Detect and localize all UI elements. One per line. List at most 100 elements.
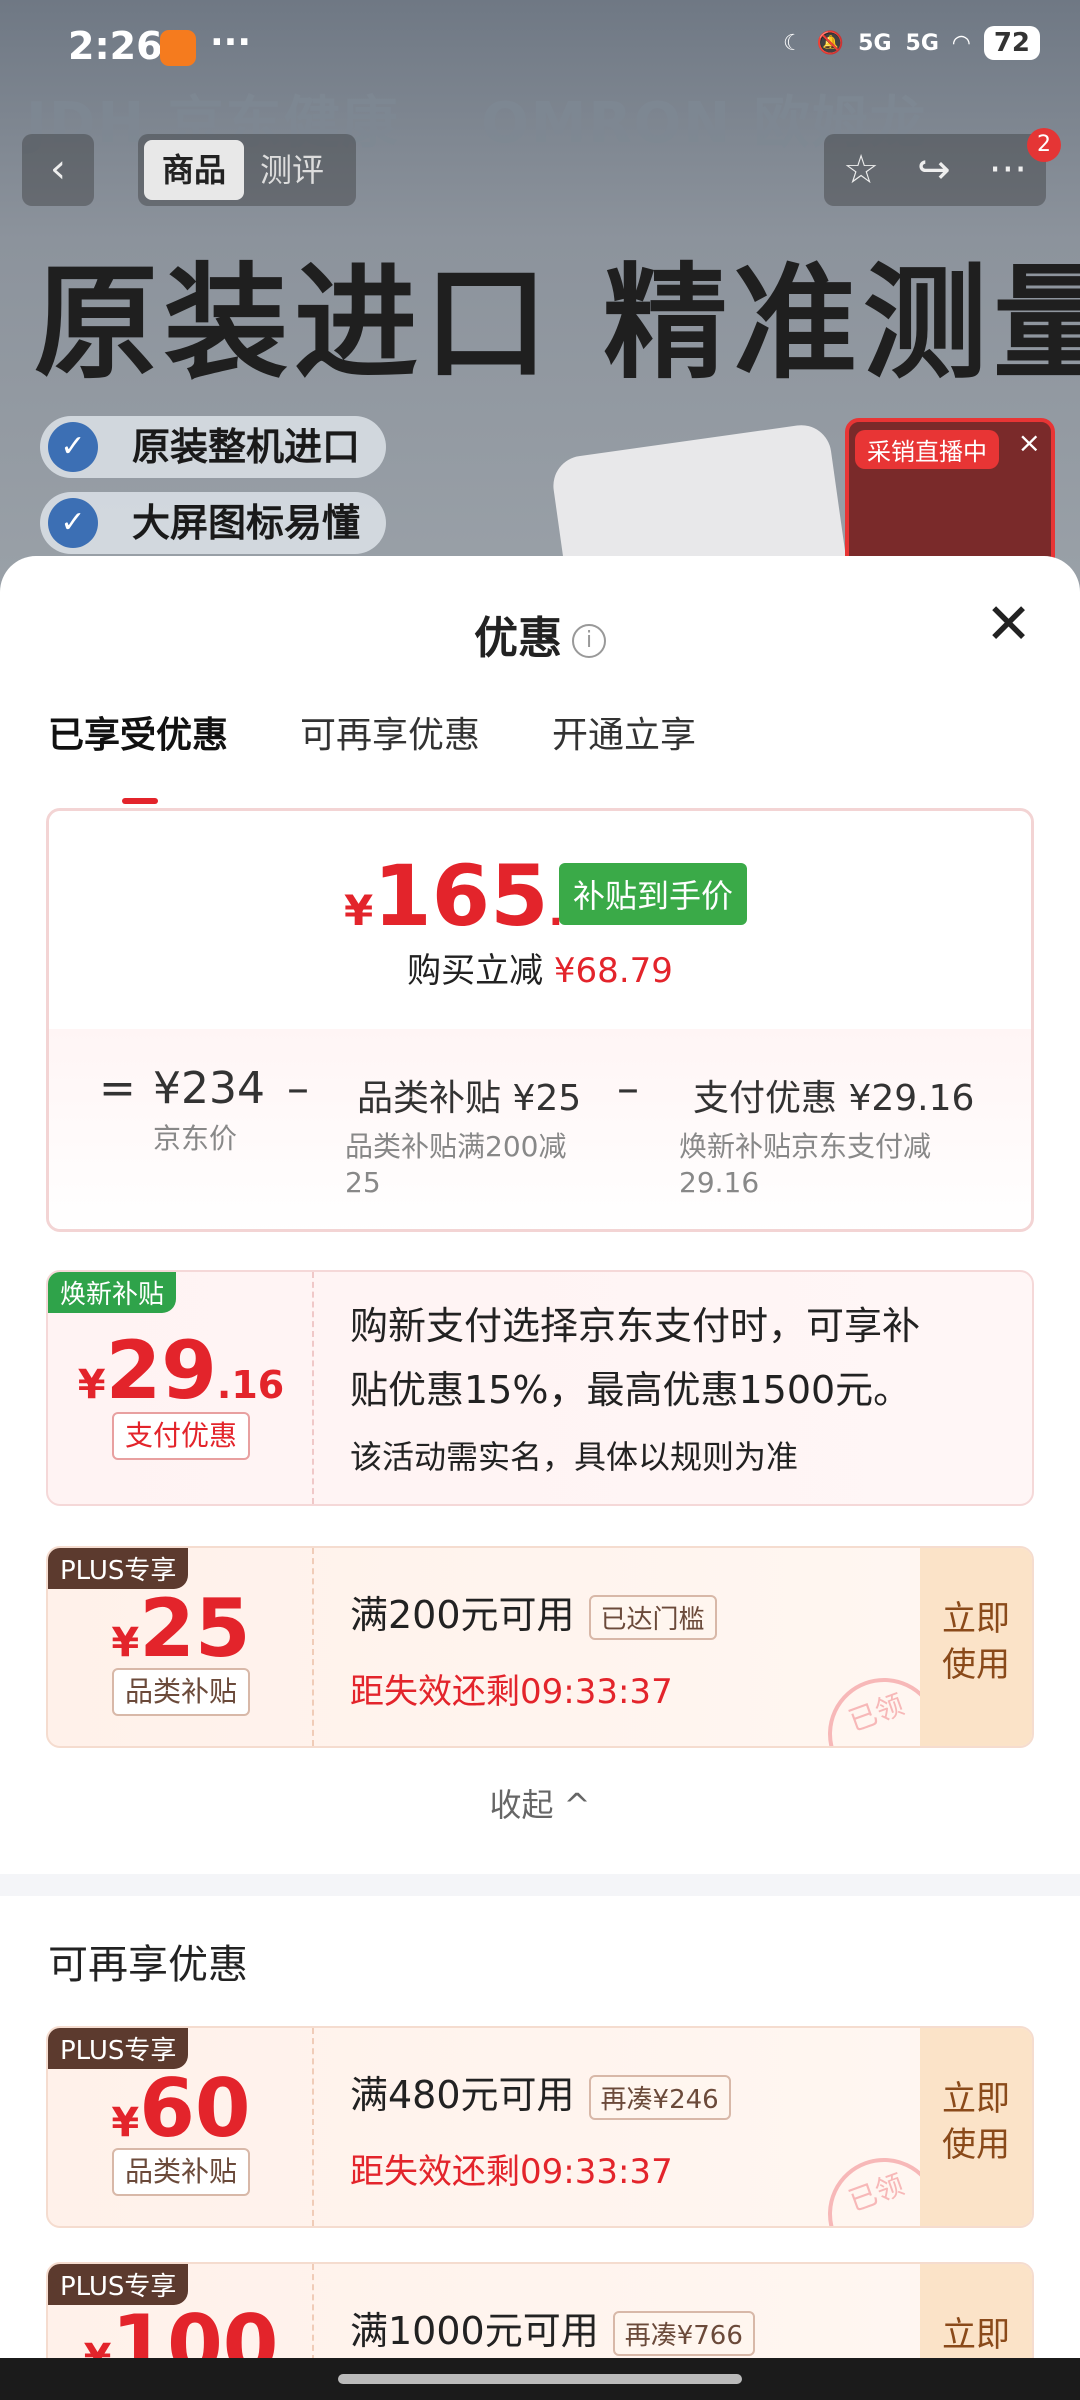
pay-discount: 支付优惠 ¥29.16 [693,1078,975,1119]
discount-tabs: 已享受优惠 可再享优惠 开通立享 [48,706,696,804]
pay-discount-desc: 焕新补贴京东支付减29.16 [679,1130,932,1199]
live-tag: 采销直播中 [855,430,999,469]
product-hero-background: 2:26 ··· ☾ 🔕 5G 5G ◠ 72 JDH 京东健康 OMRON 欧… [0,0,1080,600]
back-button[interactable]: ‹ [22,134,94,206]
use-now-label-1: 立即 [942,1599,1010,1639]
pay-discount-integer: 29 [105,1324,217,1417]
coupon-1-condition-text: 满200元可用 [350,1593,575,1637]
equals-sign: = [99,1063,136,1114]
use-now-button-1[interactable]: 立即 使用 [920,1548,1032,1746]
gesture-bar [0,2358,1080,2400]
feature-label-2: 大屏图标易懂 [132,501,361,545]
coupon-2-value: 60 [139,2062,251,2155]
feature-label-1: 原装整机进口 [132,425,361,469]
pay-discount-label: 支付优惠 [112,1412,250,1460]
check-icon: ✓ [48,422,98,472]
coupon-2-expire: 距失效还剩09:33:37 [350,2152,673,2192]
tab-open[interactable]: 开通立享 [552,706,696,758]
coupon-3-condition-text: 满1000元可用 [350,2309,599,2353]
use-now-label-2: 使用 [942,1645,1010,1685]
category-subsidy-desc: 品类补贴满200减25 [345,1130,567,1199]
home-indicator[interactable] [338,2374,742,2384]
coupon-card-1: PLUS专享 ¥25 品类补贴 满200元可用 已达门槛 距失效还剩09:33:3… [46,1546,1034,1748]
use-now-label-1: 立即 [942,2079,1010,2119]
coupon-3-condition: 满1000元可用 再凑¥766 [350,2300,755,2356]
close-icon[interactable]: ✕ [985,592,1032,657]
tab-enjoyed[interactable]: 已享受优惠 [48,706,228,804]
pay-desc-note: 该活动需实名，具体以规则为准 [350,1438,799,1476]
coupon-2-currency: ¥ [111,2100,140,2146]
coupon-1-expire: 距失效还剩09:33:37 [350,1672,673,1712]
pay-discount-amount: ¥29.16 [48,1324,314,1417]
product-tabs: 商品 测评 [138,134,356,206]
final-price-currency: ¥ [344,886,374,935]
minus-sign-2: – [617,1063,639,1114]
info-icon[interactable]: i [572,624,606,658]
feature-badge-2: ✓ 大屏图标易懂 [40,492,387,554]
more-notifications-icon: ··· [210,22,252,63]
renewal-subsidy-tag: 焕新补贴 [48,1272,177,1313]
message-badge: 2 [1027,128,1061,162]
wifi-icon: ◠ [952,30,970,56]
coupon-1-left: PLUS专享 ¥25 品类补贴 [48,1548,314,1746]
subsidy-price-tag: 补贴到手价 [559,863,748,925]
top-nav: ‹ 商品 测评 ☆ ↪ ··· 2 [0,128,1080,206]
tab-more[interactable]: 可再享优惠 [300,706,480,758]
coupon-2-amount: ¥60 [48,2062,314,2155]
add-more-chip: 再凑¥246 [588,2075,731,2120]
minus-sign-1: – [287,1063,309,1114]
pay-discount-desc: 购新支付选择京东支付时，可享补 贴优惠15%，最高优惠1500元。 该活动需实名… [350,1294,920,1492]
sheet-title: 优惠 i [0,602,1080,666]
coupon-1-condition: 满200元可用 已达门槛 [350,1584,717,1640]
close-live-icon[interactable]: × [1018,426,1041,459]
pay-discount-decimal: .16 [216,1363,285,1407]
status-time: 2:26 [68,24,163,68]
battery-icon: 72 [983,26,1040,60]
share-icon[interactable]: ↪ [917,147,951,193]
sheet-title-text: 优惠 [474,613,562,664]
more-icon[interactable]: ··· [989,147,1027,193]
moon-icon: ☾ [783,30,803,56]
pay-discount-left: 焕新补贴 ¥29.16 支付优惠 [48,1272,314,1504]
check-icon: ✓ [48,498,98,548]
signal-icon-1: 5G [858,30,892,56]
add-more-chip: 再凑¥766 [612,2311,755,2356]
collapse-button[interactable]: 收起 ^ [0,1780,1080,1826]
use-now-button-2[interactable]: 立即 使用 [920,2028,1032,2226]
hero-headline: 原装进口 精准测量 [34,252,1080,396]
coupon-2-label: 品类补贴 [112,2148,250,2196]
more-discounts-title: 可再享优惠 [48,1942,248,1988]
jd-price: ¥234 [153,1063,265,1114]
feature-badge-1: ✓ 原装整机进口 [40,416,387,478]
save-label: 购买立减 [407,951,544,991]
coupon-1-currency: ¥ [111,1620,140,1666]
nav-actions: ☆ ↪ ··· [824,134,1046,206]
pay-discount-currency: ¥ [77,1362,106,1408]
save-amount: ¥68.79 [553,951,673,991]
coupon-card-2: PLUS专享 ¥60 品类补贴 满480元可用 再凑¥246 距失效还剩09:33… [46,2026,1034,2228]
jd-price-label: 京东价 [153,1122,238,1155]
coupon-1-value: 25 [139,1582,251,1675]
mute-icon: 🔕 [816,30,845,56]
threshold-reached-chip: 已达门槛 [588,1595,717,1640]
category-subsidy: 品类补贴 ¥25 [357,1078,582,1119]
coupon-2-condition-text: 满480元可用 [350,2073,575,2117]
coupon-1-label: 品类补贴 [112,1668,250,1716]
price-breakdown: = ¥234 京东价 – 品类补贴 ¥25 品类补贴满200减25 – 支付优惠… [49,1029,1031,1229]
tab-goods[interactable]: 商品 [144,140,244,200]
coupon-2-condition: 满480元可用 再凑¥246 [350,2064,731,2120]
use-now-label-1: 立即 [942,2315,1010,2355]
tab-review[interactable]: 测评 [260,140,324,200]
pay-desc-line-1: 购新支付选择京东支付时，可享补 [350,1304,921,1348]
chevron-left-icon: ‹ [50,146,66,192]
favorite-star-icon[interactable]: ☆ [843,147,879,193]
status-icons: ☾ 🔕 5G 5G ◠ 72 [783,26,1040,60]
pay-discount-card: 焕新补贴 ¥29.16 支付优惠 购新支付选择京东支付时，可享补 贴优惠15%，… [46,1270,1034,1506]
signal-icon-2: 5G [905,30,939,56]
discount-sheet: 优惠 i ✕ 已享受优惠 可再享优惠 开通立享 ¥165.21 补贴到手价 购买立… [0,556,1080,2400]
instant-save: 购买立减 ¥68.79 [49,943,1031,992]
final-price-integer: 165 [373,847,549,945]
pay-desc-line-2: 贴优惠15%，最高优惠1500元。 [350,1368,912,1412]
use-now-label-2: 使用 [942,2125,1010,2165]
coupon-1-amount: ¥25 [48,1582,314,1675]
